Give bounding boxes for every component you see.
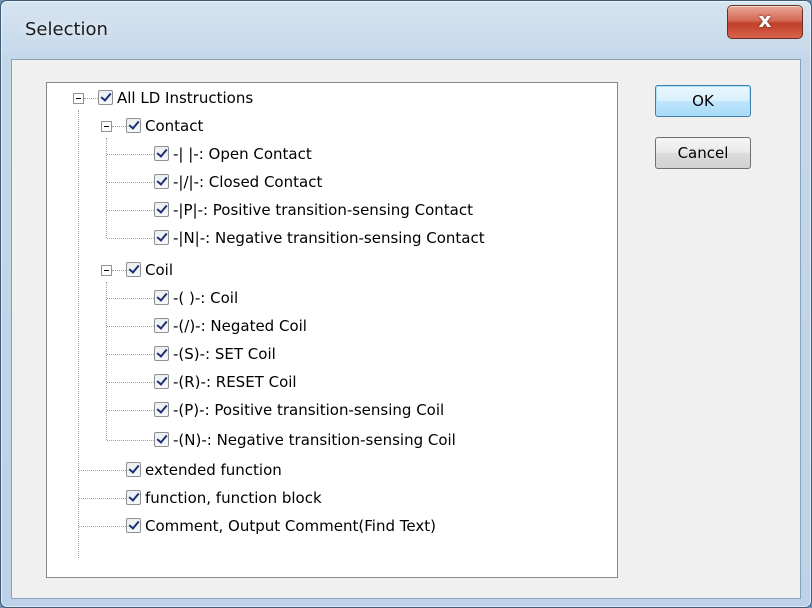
instruction-tree[interactable]: All LD Instructions Contact -| |-: Open …: [46, 82, 618, 578]
tree-line: [107, 410, 154, 411]
collapse-icon[interactable]: [101, 121, 112, 132]
tree-line: [107, 326, 154, 327]
checkbox-closed-contact[interactable]: [154, 174, 169, 189]
tree-line: [78, 110, 79, 558]
tree-line: [107, 182, 154, 183]
checkbox-contact[interactable]: [126, 118, 141, 133]
checkbox-coil-item[interactable]: [154, 290, 169, 305]
tree-item-label: -|/|-: Closed Contact: [173, 173, 323, 191]
tree-item-label: -(R)-: RESET Coil: [173, 373, 297, 391]
tree-line: [112, 126, 126, 127]
tree-line: [107, 210, 154, 211]
tree-item-label: -|N|-: Negative transition-sensing Conta…: [173, 229, 485, 247]
checkbox-negative-coil[interactable]: [154, 432, 169, 447]
checkbox-comment[interactable]: [126, 518, 141, 533]
tree-item-label: Contact: [145, 117, 204, 135]
selection-dialog: Selection x All LD Instructions Contact …: [0, 0, 812, 608]
tree-line: [112, 270, 126, 271]
tree-item-label: -(S)-: SET Coil: [173, 345, 276, 363]
close-button[interactable]: x: [727, 5, 803, 39]
title-bar[interactable]: Selection x: [1, 1, 811, 61]
tree-item-label: All LD Instructions: [117, 89, 254, 107]
tree-item-label: extended function: [145, 461, 282, 479]
ok-button[interactable]: OK: [655, 85, 751, 117]
tree-line: [79, 498, 126, 499]
close-icon: x: [758, 8, 772, 32]
checkbox-negative-contact[interactable]: [154, 230, 169, 245]
checkbox-coil[interactable]: [126, 262, 141, 277]
tree-line: [107, 298, 154, 299]
checkbox-open-contact[interactable]: [154, 146, 169, 161]
tree-line: [107, 440, 154, 441]
tree-line: [106, 282, 107, 440]
collapse-icon[interactable]: [73, 93, 84, 104]
cancel-button[interactable]: Cancel: [655, 137, 751, 169]
collapse-icon[interactable]: [101, 265, 112, 276]
tree-line: [106, 138, 107, 238]
tree-line: [79, 470, 126, 471]
tree-line: [107, 382, 154, 383]
tree-item-label: Comment, Output Comment(Find Text): [145, 517, 436, 535]
tree-line: [79, 526, 126, 527]
tree-line: [107, 238, 154, 239]
dialog-body: All LD Instructions Contact -| |-: Open …: [11, 59, 801, 599]
tree-line: [107, 354, 154, 355]
checkbox-reset-coil[interactable]: [154, 374, 169, 389]
tree-item-label: -(/)-: Negated Coil: [173, 317, 307, 335]
tree-item-label: -|P|-: Positive transition-sensing Conta…: [173, 201, 473, 219]
checkbox-positive-contact[interactable]: [154, 202, 169, 217]
tree-line: [107, 154, 154, 155]
tree-line: [84, 98, 98, 99]
checkbox-all-ld-instructions[interactable]: [98, 90, 113, 105]
checkbox-set-coil[interactable]: [154, 346, 169, 361]
checkbox-extended-function[interactable]: [126, 462, 141, 477]
tree-item-label: -( )-: Coil: [173, 289, 239, 307]
tree-item-label: -| |-: Open Contact: [173, 145, 312, 163]
tree-item-label: -(N)-: Negative transition-sensing Coil: [173, 431, 456, 449]
checkbox-function-block[interactable]: [126, 490, 141, 505]
window-title: Selection: [25, 19, 108, 40]
checkbox-negated-coil[interactable]: [154, 318, 169, 333]
tree-item-label: function, function block: [145, 489, 322, 507]
checkbox-positive-coil[interactable]: [154, 402, 169, 417]
tree-item-label: Coil: [145, 261, 173, 279]
tree-item-label: -(P)-: Positive transition-sensing Coil: [173, 401, 445, 419]
